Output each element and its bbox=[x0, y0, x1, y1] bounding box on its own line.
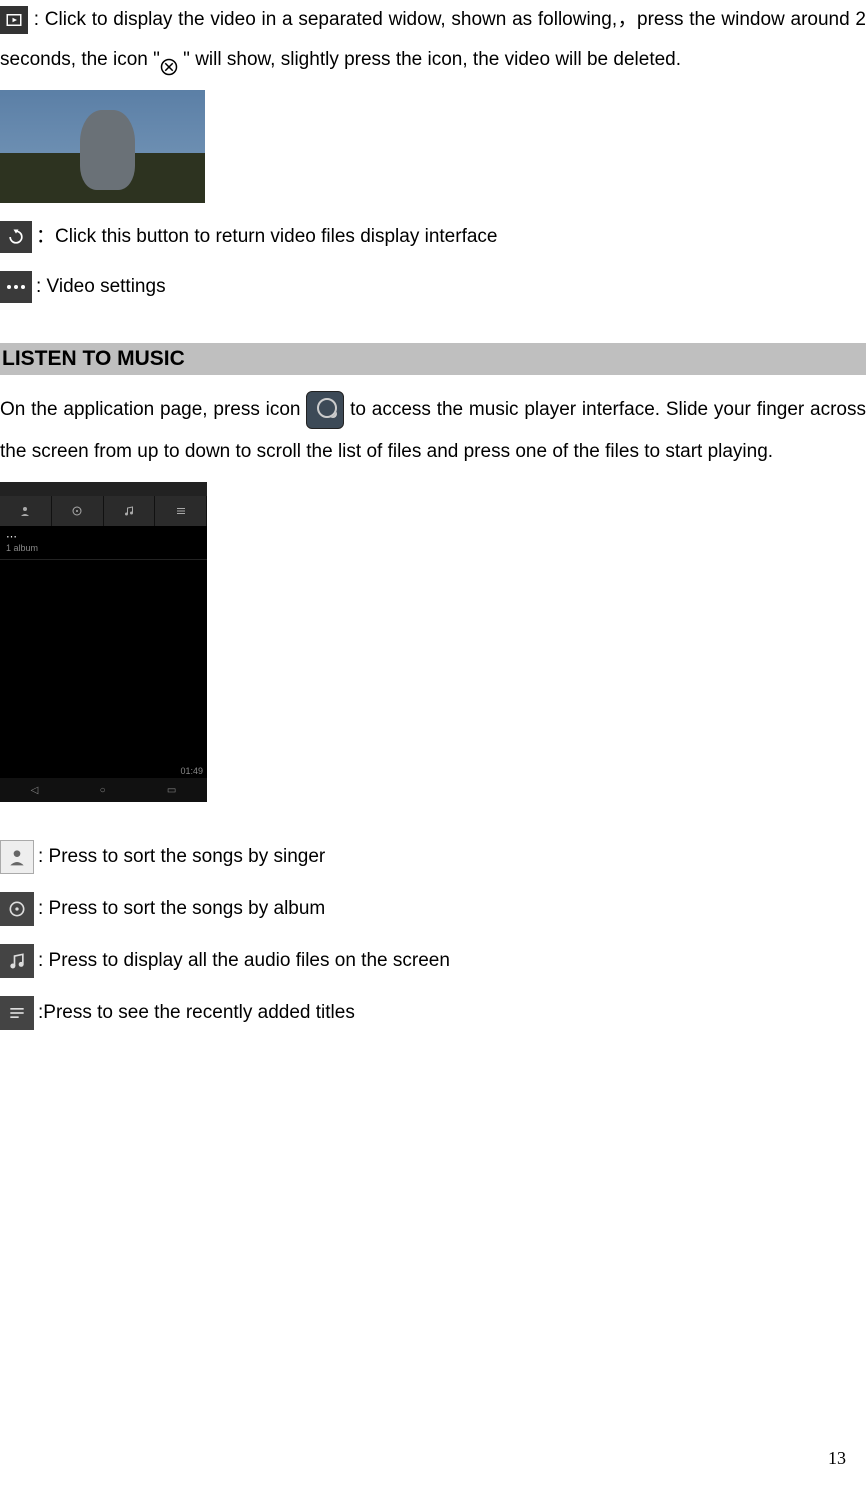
music-intro-paragraph: On the application page, press icon to a… bbox=[0, 389, 866, 473]
more-icon bbox=[0, 271, 32, 303]
listen-to-music-header: LISTEN TO MUSIC bbox=[0, 343, 866, 375]
playlist-icon bbox=[0, 996, 34, 1030]
tab-playlist-icon bbox=[155, 496, 207, 526]
sort-singer-text: : Press to sort the songs by singer bbox=[38, 846, 325, 868]
page-number: 13 bbox=[828, 1448, 846, 1469]
tab-singer-icon bbox=[0, 496, 52, 526]
singer-icon bbox=[0, 840, 34, 874]
android-navbar: ◁○▭ bbox=[0, 778, 207, 802]
popout-video-icon bbox=[0, 6, 28, 34]
delete-x-icon bbox=[160, 51, 178, 69]
music-intro-part1: On the application page, press icon bbox=[0, 399, 306, 420]
music-player-screenshot: ⋯ 1 album 01:49 ◁○▭ bbox=[0, 482, 207, 802]
all-audio-row: : Press to display all the audio files o… bbox=[0, 944, 866, 978]
music-list-row: ⋯ 1 album bbox=[0, 526, 207, 560]
return-button-row: ：Click this button to return video files… bbox=[0, 221, 866, 253]
return-text: ：Click this button to return video files… bbox=[36, 223, 498, 252]
video-separate-window-paragraph: : Click to display the video in a separa… bbox=[0, 0, 866, 80]
return-icon bbox=[0, 221, 32, 253]
music-app-icon bbox=[306, 391, 344, 429]
video-line1-part2: " will show, slightly press the icon, th… bbox=[178, 49, 681, 70]
audio-files-icon bbox=[0, 944, 34, 978]
sort-by-album-row: : Press to sort the songs by album bbox=[0, 892, 866, 926]
sort-album-text: : Press to sort the songs by album bbox=[38, 898, 325, 920]
video-settings-row: : Video settings bbox=[0, 271, 866, 303]
tab-album-icon bbox=[52, 496, 104, 526]
tab-tracks-icon bbox=[104, 496, 156, 526]
album-icon bbox=[0, 892, 34, 926]
recently-added-row: :Press to see the recently added titles bbox=[0, 996, 866, 1030]
video-thumbnail-image bbox=[0, 90, 205, 203]
screenshot-time: 01:49 bbox=[180, 766, 203, 776]
video-settings-text: : Video settings bbox=[36, 273, 166, 302]
sort-by-singer-row: : Press to sort the songs by singer bbox=[0, 840, 866, 874]
recently-added-text: :Press to see the recently added titles bbox=[38, 1002, 355, 1024]
all-audio-text: : Press to display all the audio files o… bbox=[38, 950, 450, 972]
